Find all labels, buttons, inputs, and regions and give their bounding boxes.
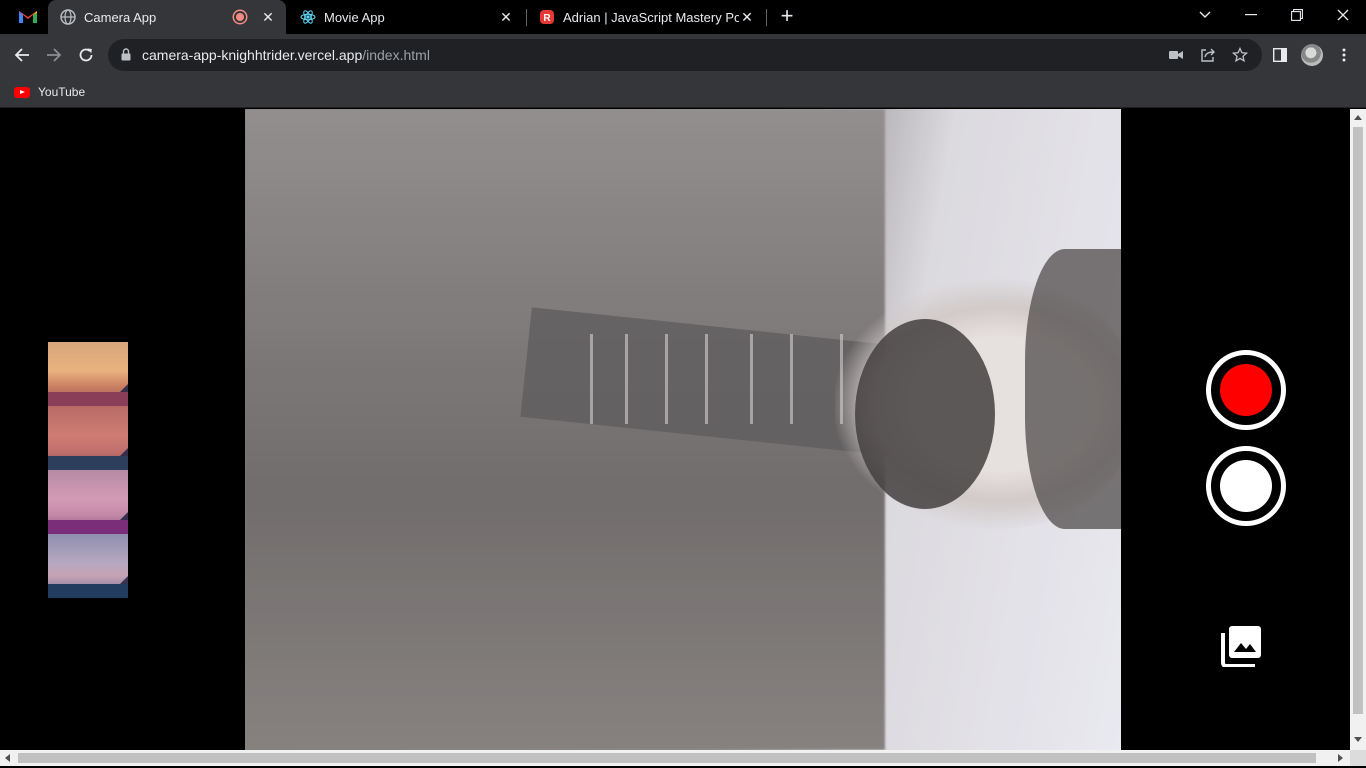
- restore-icon[interactable]: [1274, 0, 1320, 30]
- scroll-left-icon[interactable]: [5, 754, 10, 762]
- share-icon[interactable]: [1200, 47, 1216, 63]
- filter-orange[interactable]: [48, 342, 128, 406]
- lock-icon[interactable]: [121, 48, 131, 66]
- url-host: camera-app-knighhtrider.vercel.app: [142, 47, 363, 63]
- tab-title: Camera App: [84, 9, 157, 25]
- bookmark-star-icon[interactable]: [1232, 47, 1248, 63]
- filter-red[interactable]: [48, 406, 128, 470]
- bookmark-youtube[interactable]: YouTube: [14, 83, 85, 101]
- side-panel-icon[interactable]: [1270, 45, 1290, 65]
- tab-title: Adrian | JavaScript Mastery Portfo: [563, 9, 739, 25]
- vertical-scrollbar[interactable]: [1350, 109, 1366, 750]
- address-bar[interactable]: camera-app-knighhtrider.vercel.app/index…: [108, 39, 1262, 71]
- filter-blue[interactable]: [48, 534, 128, 598]
- url-text[interactable]: camera-app-knighhtrider.vercel.app/index…: [142, 47, 430, 63]
- filter-thumbnail-ground: [48, 456, 128, 470]
- close-tab-icon[interactable]: ✕: [739, 9, 755, 25]
- capture-icon: [1220, 460, 1272, 512]
- filter-list: [48, 342, 128, 598]
- scroll-up-icon[interactable]: [1354, 115, 1362, 120]
- video-overlay: [245, 109, 1121, 750]
- scroll-right-icon[interactable]: [1338, 754, 1343, 762]
- browser-toolbar: camera-app-knighhtrider.vercel.app/index…: [0, 34, 1366, 76]
- camera-app-page: [0, 109, 1350, 750]
- capture-button[interactable]: [1206, 446, 1286, 526]
- globe-icon: [60, 9, 76, 25]
- tab-portfolio[interactable]: R Adrian | JavaScript Mastery Portfo ✕: [527, 0, 765, 34]
- horizontal-scroll-thumb[interactable]: [18, 753, 1316, 763]
- profile-avatar[interactable]: [1301, 44, 1323, 66]
- bookmark-label: YouTube: [38, 85, 86, 99]
- bookmarks-bar: YouTube: [0, 76, 1366, 108]
- gallery-button[interactable]: [1220, 625, 1262, 668]
- horizontal-scrollbar[interactable]: [0, 750, 1350, 766]
- filter-thumbnail-ground: [48, 584, 128, 598]
- scrollbar-corner: [1350, 750, 1366, 766]
- filter-thumbnail-ground: [48, 392, 128, 406]
- tab-movie-app[interactable]: Movie App ✕: [288, 0, 524, 34]
- close-tab-icon[interactable]: ✕: [260, 9, 276, 25]
- camera-video-feed: [245, 109, 1121, 750]
- tab-search-icon[interactable]: [1182, 0, 1228, 30]
- forward-arrow-icon[interactable]: [42, 43, 66, 67]
- gmail-icon[interactable]: [18, 8, 38, 26]
- camera-in-use-icon[interactable]: [1168, 47, 1184, 63]
- close-window-icon[interactable]: [1320, 0, 1366, 30]
- filter-thumbnail-ground: [48, 520, 128, 534]
- record-icon: [1220, 364, 1272, 416]
- tab-separator: [766, 9, 767, 26]
- gallery-icon: [1221, 626, 1261, 668]
- svg-text:R: R: [543, 13, 551, 24]
- reload-icon[interactable]: [74, 43, 98, 67]
- close-tab-icon[interactable]: ✕: [498, 9, 514, 25]
- scroll-down-icon[interactable]: [1354, 737, 1362, 742]
- react-icon: [300, 9, 316, 25]
- portfolio-icon: R: [539, 9, 555, 25]
- tab-camera-app[interactable]: Camera App ✕: [48, 0, 286, 34]
- url-path: /index.html: [362, 47, 430, 63]
- more-menu-icon[interactable]: [1334, 45, 1354, 65]
- tab-title: Movie App: [324, 9, 385, 25]
- recording-indicator-icon: [234, 11, 246, 23]
- back-arrow-icon[interactable]: [10, 43, 34, 67]
- new-tab-button[interactable]: +: [776, 5, 798, 28]
- filter-pink[interactable]: [48, 470, 128, 534]
- minimize-icon[interactable]: [1228, 0, 1274, 30]
- tab-strip: Camera App ✕ Movie App ✕ R Adrian | Java…: [0, 0, 1366, 34]
- youtube-icon: [14, 86, 30, 98]
- record-button[interactable]: [1206, 350, 1286, 430]
- vertical-scroll-thumb[interactable]: [1353, 127, 1363, 714]
